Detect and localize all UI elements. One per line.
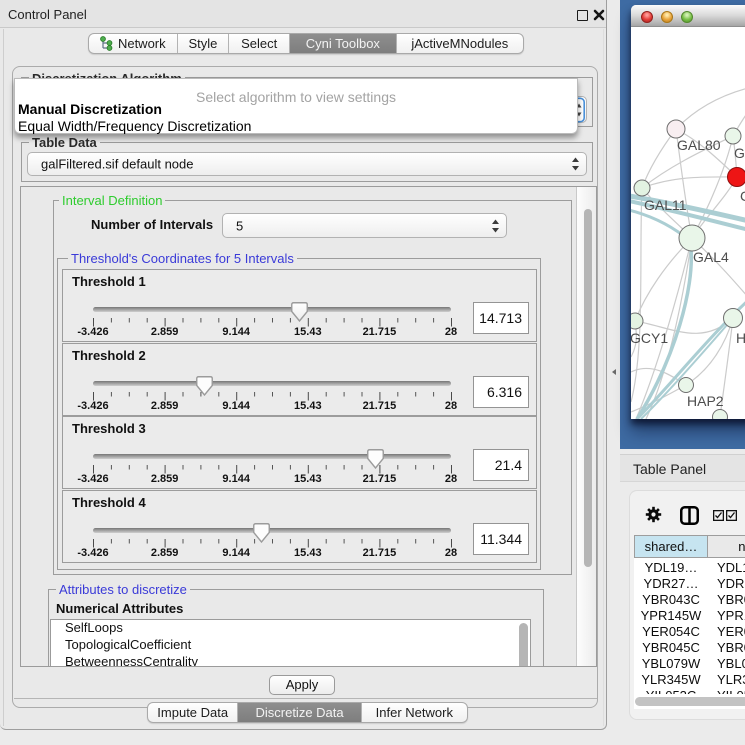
- svg-text:HIS4: HIS4: [736, 330, 745, 346]
- svg-text:GCY1: GCY1: [631, 330, 668, 346]
- svg-text:GAL4: GAL4: [693, 249, 729, 265]
- svg-text:HAP2: HAP2: [687, 393, 724, 409]
- svg-text:GAL80: GAL80: [677, 137, 721, 153]
- svg-text:CY: CY: [740, 188, 745, 204]
- svg-text:GAL11: GAL11: [644, 197, 687, 213]
- svg-text:GAL3: GAL3: [734, 145, 745, 161]
